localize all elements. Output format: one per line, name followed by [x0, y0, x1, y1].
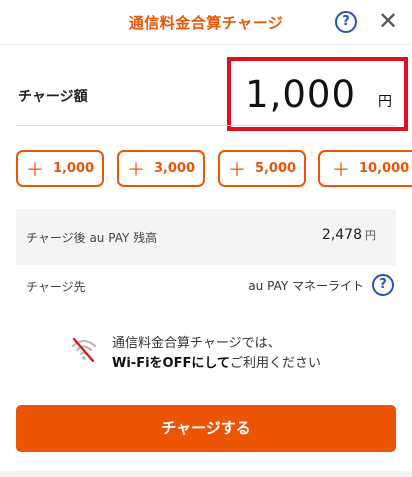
preset-label: 10,000 [359, 161, 410, 176]
balance-after-charge: チャージ後 au PAY 残高 2,478 円 [16, 209, 396, 265]
wifi-notice-line2: Wi-FiをOFFにしてご利用ください [112, 352, 321, 371]
wifi-notice: 通信料金合算チャージでは、 Wi-FiをOFFにしてご利用ください [0, 330, 412, 376]
preset-label: 3,000 [153, 161, 196, 176]
preset-label: 5,000 [254, 161, 297, 176]
amount-highlight-box [227, 57, 408, 131]
preset-3000-button[interactable]: ＋ 3,000 [117, 150, 205, 187]
preset-10000-button[interactable]: ＋ 10,000 [318, 150, 412, 187]
plus-icon: ＋ [25, 159, 44, 181]
destination-value: au PAY マネーライト [248, 279, 364, 293]
wifi-off-icon [71, 337, 97, 362]
charge-destination-row: チャージ先 au PAY マネーライト ? [0, 270, 412, 302]
preset-label: 1,000 [52, 161, 95, 176]
preset-1000-button[interactable]: ＋ 1,000 [16, 150, 104, 187]
preset-5000-button[interactable]: ＋ 5,000 [218, 150, 306, 187]
wifi-notice-line1: 通信料金合算チャージでは、 [112, 336, 281, 351]
balance-unit: 円 [365, 229, 376, 242]
close-icon[interactable]: ✕ [376, 8, 400, 34]
charge-button[interactable]: チャージする [16, 405, 396, 452]
wifi-notice-rest: ご利用ください [229, 356, 321, 371]
balance-label: チャージ後 au PAY 残高 [26, 231, 158, 245]
destination-help-icon[interactable]: ? [372, 274, 394, 296]
plus-icon: ＋ [126, 159, 145, 181]
help-icon[interactable]: ? [335, 11, 357, 33]
plus-icon: ＋ [332, 159, 350, 181]
balance-amount: 2,478 [321, 227, 362, 243]
preset-amount-row: ＋ 1,000 ＋ 3,000 ＋ 5,000 ＋ 10,000 [16, 150, 412, 188]
balance-value: 2,478 円 [322, 227, 376, 243]
bottom-bar [0, 471, 412, 477]
plus-icon: ＋ [227, 159, 246, 181]
header-bar: 通信料金合算チャージ ? ✕ [0, 0, 412, 44]
amount-divider [16, 125, 396, 126]
wifi-notice-emphasis: Wi-FiをOFFにして [112, 356, 230, 371]
